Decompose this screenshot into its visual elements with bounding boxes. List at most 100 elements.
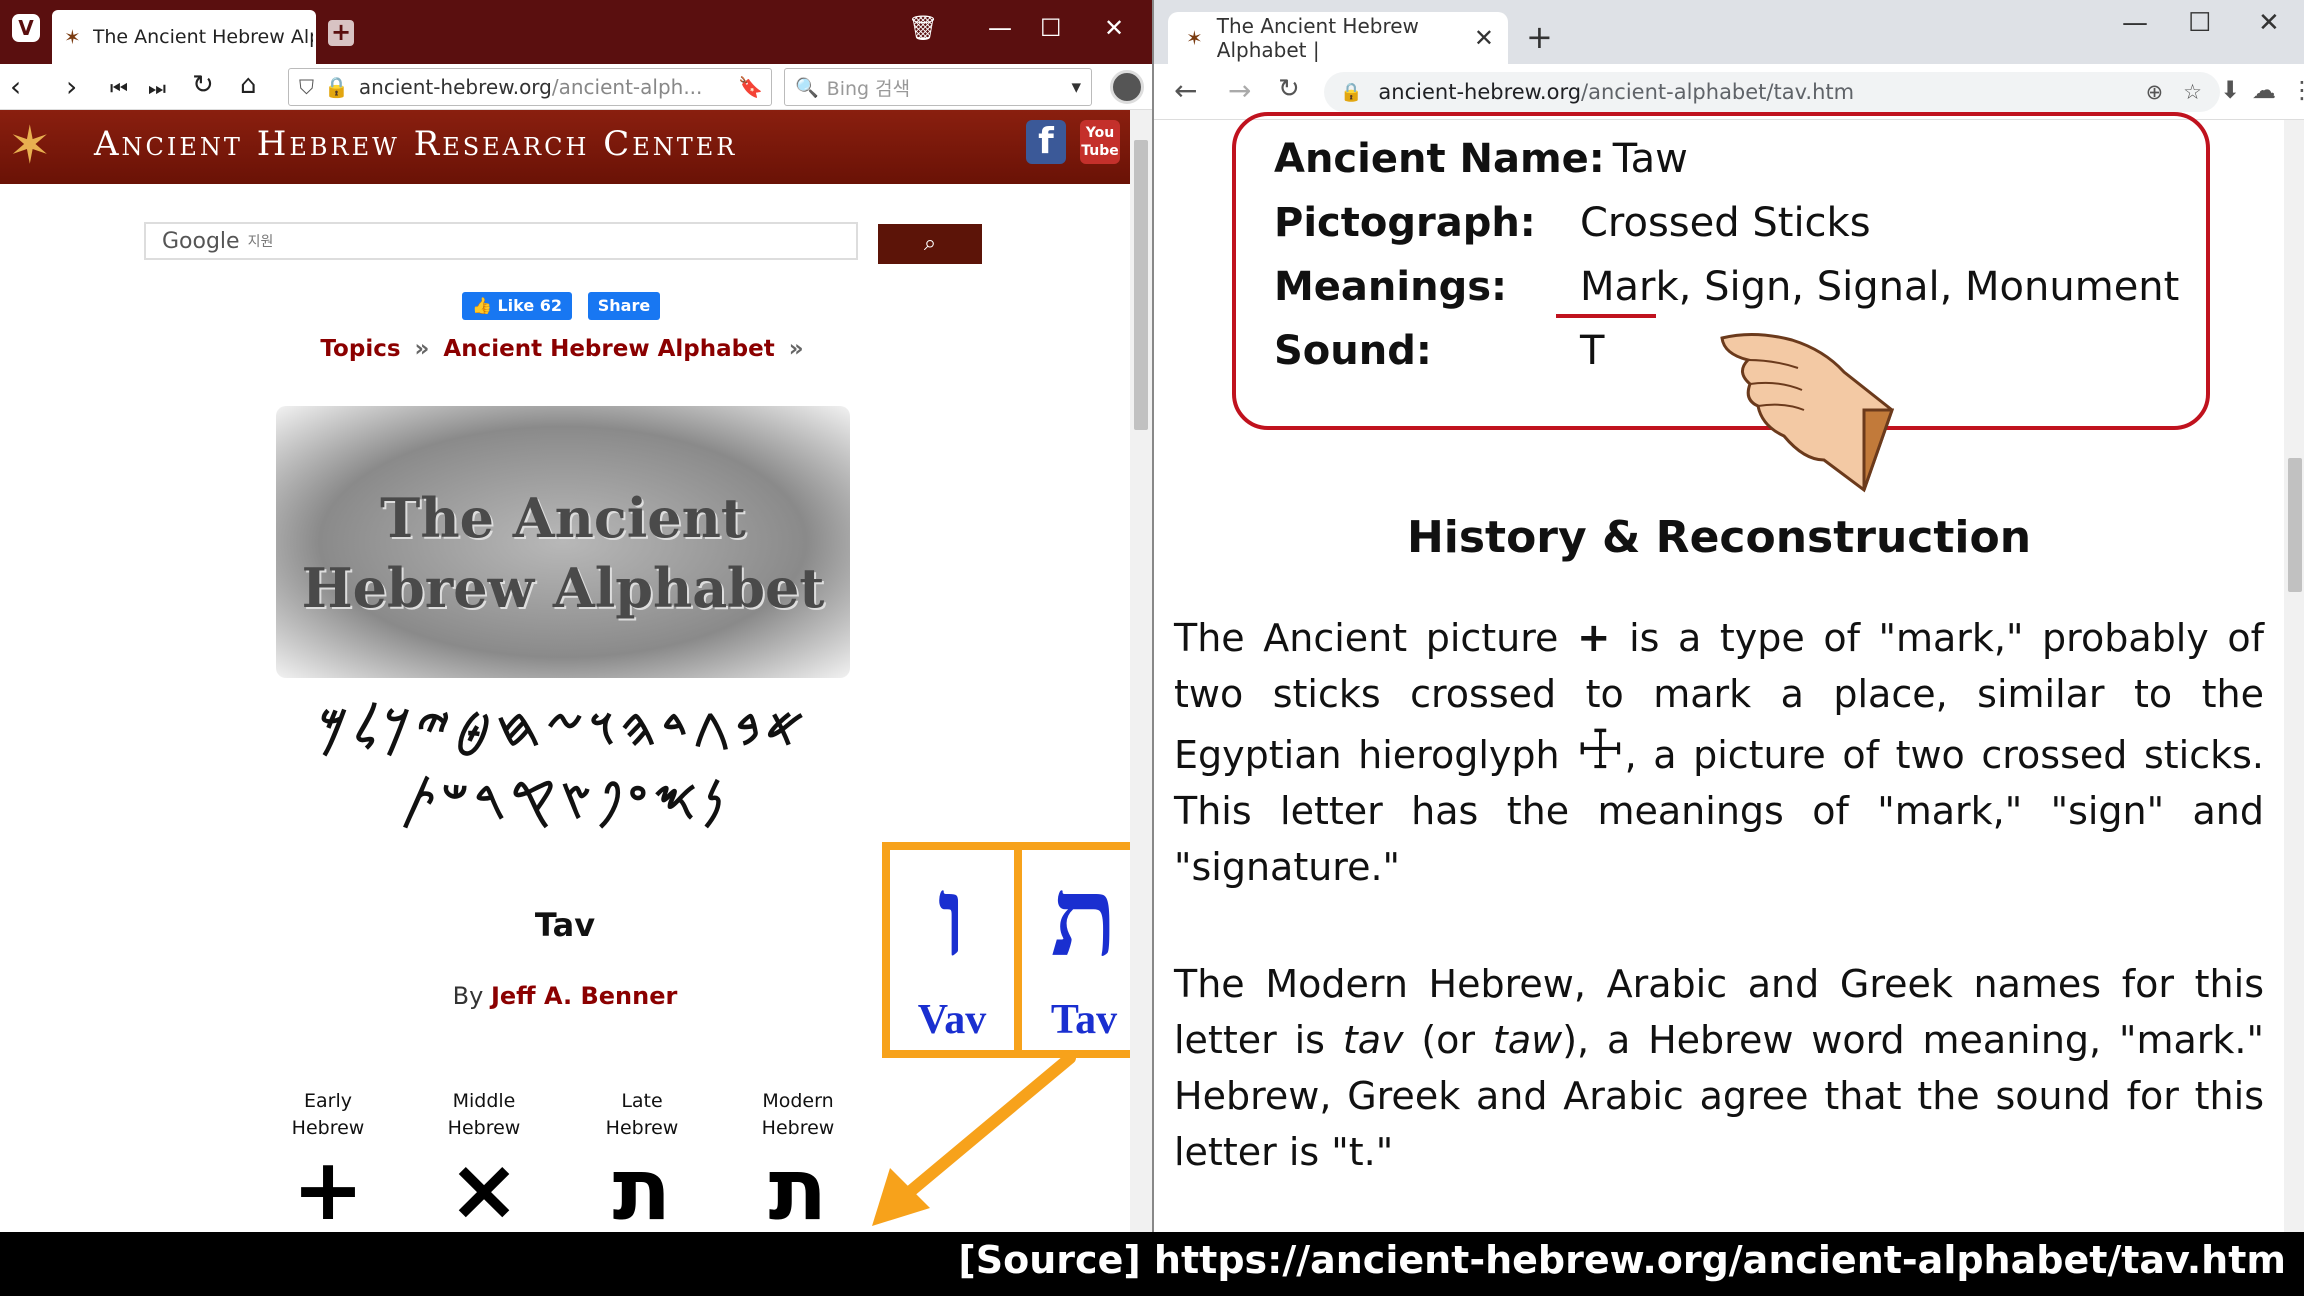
- evolution-label-modern: Modern Hebrew: [761, 1090, 835, 1139]
- zoom-icon[interactable]: ⊕: [2146, 80, 2164, 104]
- minimize-button[interactable]: —: [2122, 8, 2148, 38]
- pictograph-cross-icon: +: [1577, 615, 1611, 661]
- info-key: Pictograph:: [1274, 200, 1536, 246]
- info-value: Crossed Sticks: [1580, 200, 1871, 246]
- source-caption: [Source] https://ancient-hebrew.org/anci…: [958, 1238, 2286, 1282]
- source-caption-bar: [Source] https://ancient-hebrew.org/anci…: [0, 1232, 2304, 1296]
- tab-title: The Ancient Hebrew Alphabet |: [1216, 14, 1419, 62]
- close-button[interactable]: ✕: [1104, 14, 1124, 42]
- url-domain: ancient-hebrew.org: [358, 75, 552, 99]
- search-icon: ⌕: [923, 231, 937, 256]
- tab-tav[interactable]: ✶ The Ancient Hebrew Alphabet | ✕: [1168, 12, 1508, 64]
- tav-letter: ת: [1050, 852, 1118, 981]
- url-field[interactable]: ⛉ 🔒 ancient-hebrew.org /ancient-alph... …: [288, 68, 772, 106]
- tab-ancient-hebrew[interactable]: ✶ The Ancient Hebrew Alphab: [52, 10, 316, 64]
- google-hint: 지원: [247, 234, 274, 250]
- download-icon[interactable]: ⬇: [2220, 76, 2240, 104]
- maximize-button[interactable]: ☐: [2188, 8, 2211, 38]
- trash-icon[interactable]: 🗑: [908, 14, 938, 42]
- evolution-glyph-middle: ×: [447, 1140, 521, 1232]
- minimize-button[interactable]: —: [988, 14, 1012, 42]
- shield-icon: ⛉: [299, 75, 314, 99]
- forward-icon[interactable]: →: [1228, 74, 1251, 107]
- star-icon[interactable]: ☆: [2183, 80, 2202, 104]
- fast-forward-icon[interactable]: ⏭: [148, 76, 166, 100]
- ancient-alphabet-row-1: 𐤀𐤁𐤂𐤃𐤄𐤅𐤆𐤇𐤈𐤉𐤊𐤋𐤌: [319, 698, 811, 758]
- site-favicon-icon: ✶: [1186, 26, 1203, 50]
- thumbs-up-icon: 👍: [471, 296, 492, 315]
- info-value: Taw: [1612, 136, 1688, 182]
- breadcrumb-alphabet[interactable]: Ancient Hebrew Alphabet: [443, 336, 774, 362]
- tav-label: Tav: [1050, 997, 1118, 1043]
- facebook-share-button[interactable]: Share: [588, 292, 660, 320]
- info-key: Sound:: [1274, 328, 1432, 374]
- youtube-icon[interactable]: You Tube: [1080, 120, 1120, 164]
- reload-icon[interactable]: ↻: [192, 70, 214, 100]
- google-search-button[interactable]: ⌕: [878, 224, 982, 264]
- back-icon[interactable]: ←: [1174, 74, 1197, 107]
- forward-icon[interactable]: ›: [66, 70, 77, 103]
- vivaldi-tab-bar: V ✶ The Ancient Hebrew Alphab + 🗑 — ☐ ✕: [0, 0, 1152, 64]
- breadcrumb-separator: »: [788, 336, 804, 362]
- google-search-input[interactable]: Google 지원: [144, 222, 858, 260]
- info-row-ancient-name: Ancient Name: Taw: [1274, 136, 1688, 182]
- p2-text-b: ), a Hebrew word meaning, "mark." Hebrew…: [1174, 1018, 2264, 1174]
- info-key: Meanings:: [1274, 264, 1508, 310]
- search-placeholder: Bing 검색: [826, 77, 911, 100]
- rewind-icon[interactable]: ⏮: [110, 76, 128, 100]
- evolution-glyph-late: ת: [612, 1140, 672, 1232]
- facebook-like-button[interactable]: 👍 Like 62: [462, 292, 572, 320]
- vivaldi-logo-icon[interactable]: V: [12, 14, 40, 42]
- maximize-button[interactable]: ☐: [1040, 14, 1062, 42]
- evolution-label-middle: Middle Hebrew: [447, 1090, 521, 1139]
- author-link[interactable]: Jeff A. Benner: [491, 982, 677, 1010]
- left-scrollbar-thumb[interactable]: [1134, 140, 1148, 430]
- site-title[interactable]: Ancient Hebrew Research Center: [94, 124, 737, 164]
- bookmark-icon[interactable]: 🔖: [738, 75, 763, 99]
- chevron-down-icon[interactable]: ▾: [1071, 76, 1081, 98]
- paragraph-2: The Modern Hebrew, Arabic and Greek name…: [1174, 956, 2264, 1180]
- evolution-label-early: Early Hebrew: [291, 1090, 365, 1139]
- lock-icon: 🔒: [324, 75, 349, 99]
- p2-or: (or: [1421, 1018, 1476, 1062]
- chrome-tab-bar: ✶ The Ancient Hebrew Alphabet | ✕ + — ☐ …: [1154, 0, 2304, 64]
- evolution-glyph-modern: ת: [768, 1140, 828, 1232]
- right-scrollbar[interactable]: [2284, 120, 2304, 1232]
- info-row-sound: Sound: T: [1274, 328, 1604, 374]
- facebook-icon[interactable]: f: [1026, 120, 1066, 164]
- new-tab-button[interactable]: +: [1526, 18, 1553, 56]
- url-field[interactable]: 🔒 ancient-hebrew.org /ancient-alphabet/t…: [1324, 72, 2220, 112]
- breadcrumb-topics[interactable]: Topics: [320, 336, 400, 362]
- paragraph-1: The Ancient picture + is a type of "mark…: [1174, 610, 2264, 895]
- evolution-glyph-early: +: [291, 1140, 365, 1232]
- info-value: T: [1580, 328, 1605, 374]
- reload-icon[interactable]: ↻: [1278, 74, 1300, 104]
- section-heading: History & Reconstruction: [1406, 512, 2032, 563]
- site-favicon-icon: ✶: [64, 25, 81, 49]
- home-icon[interactable]: ⌂: [240, 70, 257, 100]
- site-header: ✶ Ancient Hebrew Research Center f You T…: [0, 110, 1130, 184]
- hero-line-2: Hebrew Alphabet: [301, 556, 825, 620]
- vivaldi-address-bar: ‹ › ⏮ ⏭ ↻ ⌂ ⛉ 🔒 ancient-hebrew.org /anci…: [0, 64, 1152, 110]
- vav-label: Vav: [917, 997, 987, 1043]
- extension-icon[interactable]: ☁: [2252, 76, 2276, 104]
- comparison-divider: [1014, 850, 1022, 1050]
- vav-letter: ו: [937, 852, 967, 981]
- mark-underline: [1556, 314, 1656, 318]
- tab-title: The Ancient Hebrew Alphab: [92, 26, 313, 48]
- left-scrollbar[interactable]: [1130, 110, 1152, 1232]
- new-tab-button[interactable]: +: [328, 20, 354, 46]
- site-logo-icon[interactable]: ✶: [8, 116, 52, 176]
- vav-tav-comparison: ו Vav ת Tav: [882, 842, 1148, 1058]
- back-icon[interactable]: ‹: [10, 70, 21, 103]
- close-tab-icon[interactable]: ✕: [1474, 24, 1494, 52]
- search-input[interactable]: 🔍 Bing 검색 ▾: [784, 68, 1092, 106]
- like-label: Like 62: [497, 296, 563, 315]
- menu-icon[interactable]: ⋮: [2290, 76, 2304, 104]
- right-scrollbar-thumb[interactable]: [2288, 458, 2302, 592]
- close-button[interactable]: ✕: [2258, 8, 2280, 38]
- google-label: Google: [162, 228, 240, 254]
- p2-tav: tav: [1342, 1018, 1404, 1062]
- lock-icon: 🔒: [1340, 81, 1363, 103]
- profile-avatar[interactable]: [1110, 70, 1144, 104]
